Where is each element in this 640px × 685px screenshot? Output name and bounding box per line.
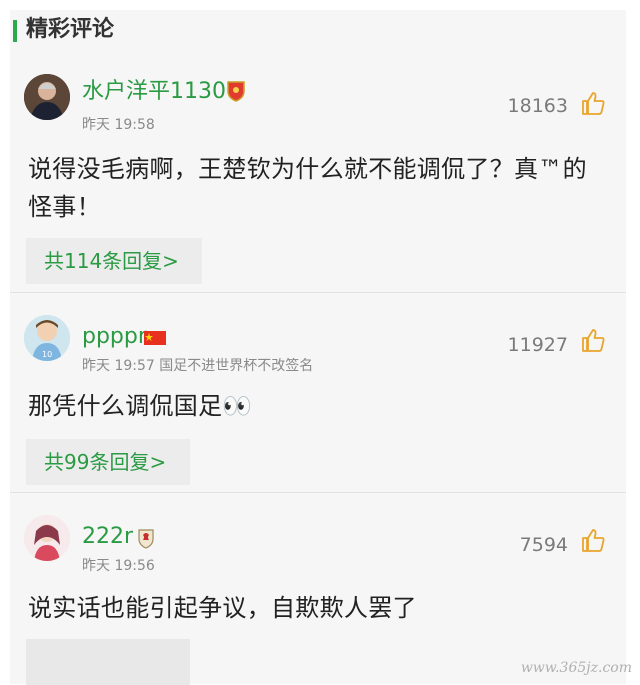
section-title: 精彩评论 <box>26 17 115 42</box>
flag-badge-icon <box>144 330 166 349</box>
comment-meta: 昨天 19:58 <box>82 117 155 133</box>
avatar[interactable] <box>24 515 70 561</box>
comment-text-line: 说实话也能引起争议，自欺欺人罢了 <box>28 594 417 622</box>
comment-meta: 昨天 19:57 国足不进世界杯不改签名 <box>82 358 314 374</box>
crest-badge-icon <box>136 527 156 553</box>
watermark: www.365jz.com <box>520 660 632 676</box>
comment-item: 水户洋平1130 昨天 19:58 18163 说得没毛病啊，王楚钦为什么就不能… <box>10 62 626 292</box>
username[interactable]: 222r <box>82 523 133 551</box>
svg-text:10: 10 <box>42 350 52 359</box>
comment-text: 说得没毛病啊，王楚钦为什么就不能调侃了？真™的 怪事！ <box>28 150 608 226</box>
section-accent-bar <box>13 20 17 42</box>
username[interactable]: 水户洋平1130 <box>82 78 226 106</box>
reply-button-placeholder <box>26 639 190 685</box>
username[interactable]: ppppr <box>82 323 147 351</box>
comment-text-line: 说得没毛病啊，王楚钦为什么就不能调侃了？真™的 <box>28 155 587 183</box>
view-replies-button[interactable]: 共114条回复> <box>26 238 202 284</box>
eyes-emoji: 👀 <box>222 392 253 420</box>
thumbs-up-icon[interactable] <box>580 327 606 353</box>
like-count: 7594 <box>519 534 568 556</box>
shield-badge-icon <box>226 80 246 106</box>
comment-text: 那凭什么调侃国足👀 <box>28 387 608 425</box>
like-count: 18163 <box>507 95 568 117</box>
avatar[interactable] <box>24 74 70 120</box>
comment-meta: 昨天 19:56 <box>82 558 155 574</box>
thumbs-up-icon[interactable] <box>580 90 606 116</box>
comment-text-line: 那凭什么调侃国足 <box>28 392 223 420</box>
comment-item: 10 ppppr 昨天 19:57 国足不进世界杯不改签名 11927 那凭什么… <box>10 293 626 491</box>
like-count: 11927 <box>507 334 568 356</box>
hot-comments-panel: 精彩评论 水户洋平1130 昨天 19:58 18163 说得没毛病啊，王楚钦为… <box>10 10 626 685</box>
avatar[interactable]: 10 <box>24 315 70 361</box>
view-replies-button[interactable]: 共99条回复> <box>26 439 190 485</box>
comment-text: 说实话也能引起争议，自欺欺人罢了 <box>28 589 608 627</box>
thumbs-up-icon[interactable] <box>580 527 606 553</box>
section-header: 精彩评论 <box>10 10 626 50</box>
comment-text-line: 怪事！ <box>28 193 101 221</box>
comment-item: 222r 昨天 19:56 7594 说实话也能引起争议，自欺欺人罢了 <box>10 493 626 685</box>
